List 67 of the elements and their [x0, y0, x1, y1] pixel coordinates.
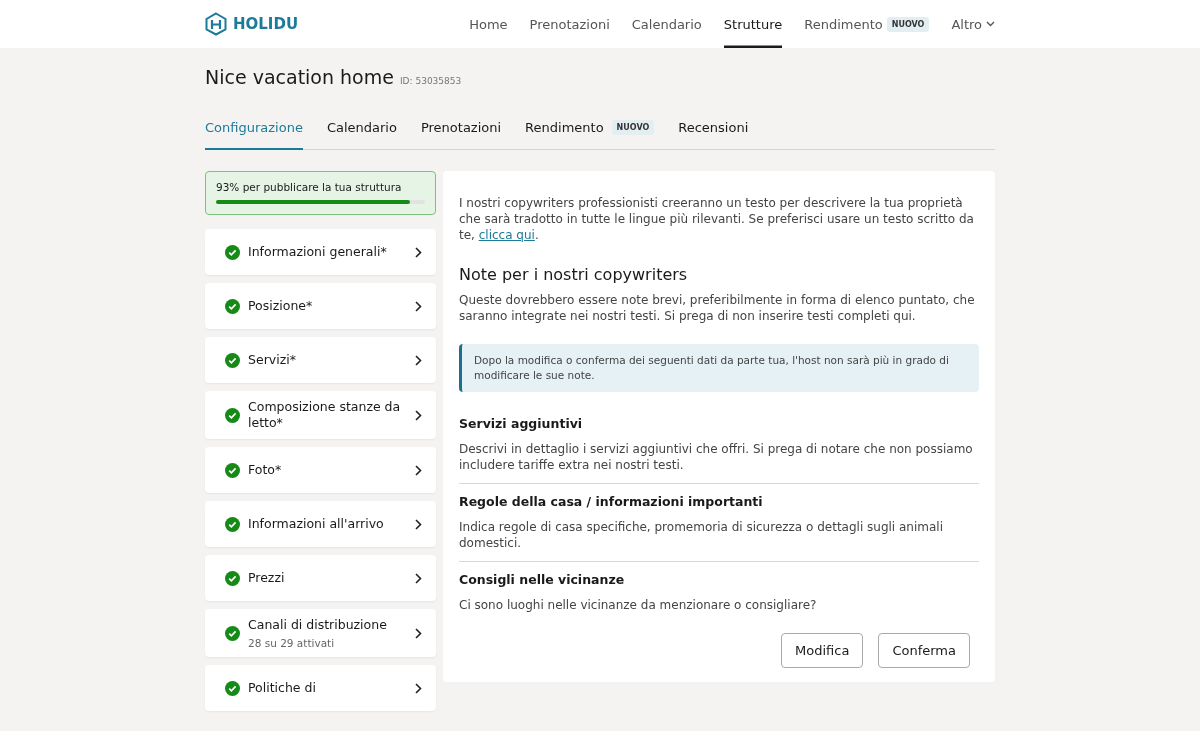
intro-text: I nostri copywriters professionisti creeranno un testo per descrivere la tua proprietà che sarà tradotto in tutte le lingue più rilevanti. Se preferisci usare un testo scritto da te, clicca qui.: [459, 195, 975, 243]
sidebar-item-label: Canali di distribuzione: [248, 617, 388, 633]
sidebar-item-label: Foto*: [248, 462, 283, 478]
click-here-link[interactable]: clicca qui: [478, 228, 535, 242]
tab[interactable]: Configurazione: [205, 114, 303, 150]
sidebar-item-label: Informazioni generali*: [248, 244, 388, 260]
property-title: Nice vacation home: [205, 66, 394, 88]
check-circle-icon: [225, 462, 240, 478]
description-text: Queste dovrebbero essere note brevi, preferibilmente in forma di elenco puntato, che saranno integrate nei nostri testi. Si prega di non inserire testi completi qui.: [459, 292, 976, 324]
sidebar-item-label: Prezzi: [248, 570, 286, 586]
section-text: Ci sono luoghi nelle vicinanze da menzionare o consigliare?: [459, 597, 818, 613]
chevron-right-icon: [415, 409, 422, 421]
sidebar-item[interactable]: Prezzi: [205, 555, 436, 601]
check-circle-icon: [225, 680, 240, 696]
nav-link[interactable]: Strutture: [723, 0, 783, 48]
chevron-right-icon: [415, 682, 422, 694]
tab[interactable]: Recensioni: [678, 114, 749, 150]
chevron-right-icon: [415, 518, 422, 530]
property-id: ID: 53035853: [399, 76, 462, 86]
nav-link[interactable]: Altro: [951, 0, 995, 48]
tab[interactable]: Calendario: [326, 114, 397, 150]
sidebar-item[interactable]: Informazioni generali*: [205, 229, 436, 275]
section-text: Descrivi in dettaglio i servizi aggiuntivi che offri. Si prega di notare che non possiamo includere tariffe extra nei nostri testi.: [459, 441, 974, 473]
sidebar-item[interactable]: Informazioni all'arrivo: [205, 501, 436, 547]
sidebar-item[interactable]: Canali di distribuzione 28 su 29 attivati: [205, 609, 436, 657]
chevron-right-icon: [415, 572, 422, 584]
tab[interactable]: Rendimento NUOVO: [525, 114, 655, 150]
check-circle-icon: [225, 570, 240, 586]
new-badge: NUOVO: [886, 16, 930, 32]
sidebar-item[interactable]: Politiche di: [205, 665, 436, 711]
sidebar-item-label: Informazioni all'arrivo: [248, 516, 385, 532]
nav-link[interactable]: Rendimento NUOVO: [804, 0, 930, 48]
nav-link[interactable]: Prenotazioni: [529, 0, 610, 48]
check-circle-icon: [225, 244, 240, 260]
check-circle-icon: [225, 298, 240, 314]
chevron-right-icon: [415, 300, 422, 312]
section-title: Consigli nelle vicinanze: [459, 572, 626, 587]
section-title: Regole della casa / informazioni importanti: [459, 494, 764, 509]
check-circle-icon: [225, 516, 240, 532]
nav-link[interactable]: Calendario: [631, 0, 702, 48]
chevron-right-icon: [415, 627, 422, 639]
sidebar-item[interactable]: Foto*: [205, 447, 436, 493]
nav-link[interactable]: Home: [469, 0, 508, 48]
section-title: Servizi aggiuntivi: [459, 416, 584, 431]
action-button[interactable]: Conferma: [878, 633, 970, 668]
sidebar-item[interactable]: Composizione stanze da letto*: [205, 391, 436, 439]
check-circle-icon: [225, 407, 240, 423]
sidebar-item-label: Composizione stanze da letto*: [248, 399, 402, 431]
sidebar-item-label: Politiche di: [248, 680, 317, 696]
sidebar-item[interactable]: Posizione*: [205, 283, 436, 329]
sidebar-item-subtitle: 28 su 29 attivati: [248, 637, 336, 649]
section-text: Indica regole di casa specifiche, promemoria di sicurezza o dettagli sugli animali domestici.: [459, 519, 945, 551]
section-heading: Note per i nostri copywriters: [459, 265, 689, 284]
sidebar-item[interactable]: Servizi*: [205, 337, 436, 383]
info-notice: Dopo la modifica o conferma dei seguenti dati da parte tua, l'host non sarà più in grado di modificare le sue note.: [459, 344, 979, 392]
sidebar-item-label: Posizione*: [248, 298, 314, 314]
chevron-right-icon: [415, 464, 422, 476]
chevron-right-icon: [415, 354, 422, 366]
check-circle-icon: [225, 625, 240, 641]
new-badge: NUOVO: [611, 120, 655, 135]
logo[interactable]: HOLIDU: [205, 12, 299, 36]
check-circle-icon: [225, 352, 240, 368]
chevron-right-icon: [415, 246, 422, 258]
progress-label: 93% per pubblicare la tua struttura: [216, 181, 403, 193]
action-button[interactable]: Modifica: [781, 633, 864, 668]
sidebar-item-label: Servizi*: [248, 352, 297, 368]
tab[interactable]: Prenotazioni: [420, 114, 502, 150]
